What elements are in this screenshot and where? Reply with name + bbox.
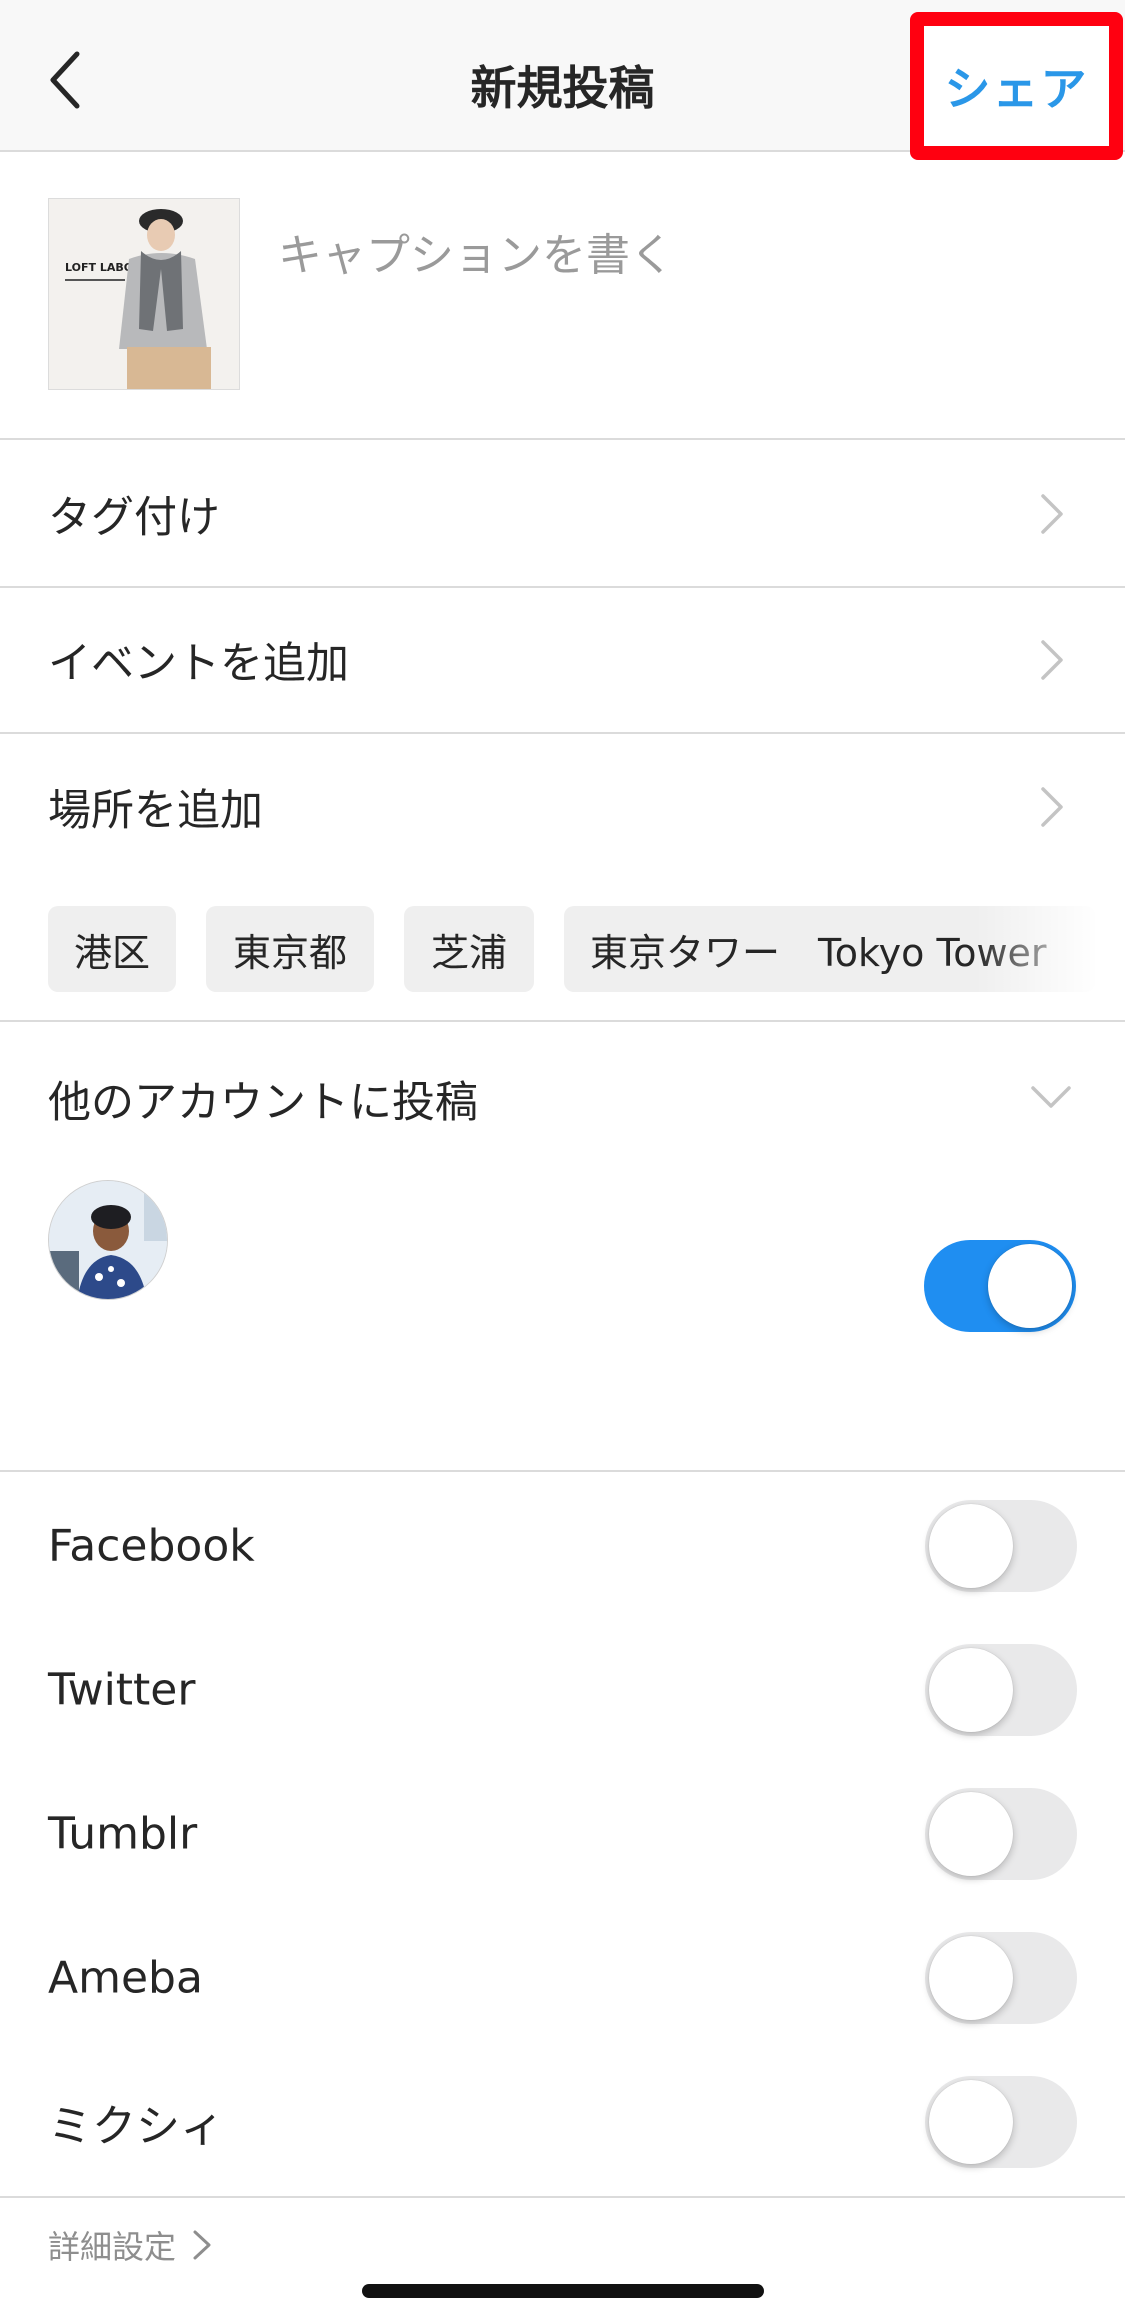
toggle-knob — [929, 2080, 1013, 2164]
other-account-toggle[interactable] — [924, 1240, 1076, 1332]
share-button[interactable]: シェア — [910, 12, 1123, 160]
caption-input[interactable] — [278, 220, 1078, 290]
twitter-toggle[interactable] — [925, 1644, 1077, 1736]
chevron-right-icon — [193, 2230, 211, 2260]
add-location-row[interactable]: 場所を追加 — [0, 734, 1125, 880]
share-facebook-row: Facebook — [0, 1474, 1125, 1618]
advanced-settings-label: 詳細設定 — [48, 2228, 177, 2266]
share-target-label: Facebook — [48, 1520, 255, 1572]
advanced-settings-link[interactable]: 詳細設定 — [48, 2222, 214, 2268]
tumblr-toggle[interactable] — [925, 1788, 1077, 1880]
toggle-knob — [929, 1648, 1013, 1732]
tag-people-row[interactable]: タグ付け — [0, 442, 1125, 588]
caption-section: LOFT LABO — [0, 154, 1125, 440]
other-accounts-section: 他のアカウントに投稿 — [0, 1024, 1125, 1472]
toggle-knob — [929, 1936, 1013, 2020]
chevron-down-icon[interactable] — [1029, 1082, 1073, 1112]
chevron-right-icon — [1041, 640, 1063, 680]
post-thumbnail: LOFT LABO — [48, 198, 240, 390]
share-target-label: Tumblr — [48, 1808, 198, 1860]
location-suggestions: 港区 東京都 芝浦 東京タワー Tokyo Tower — [0, 906, 1125, 1022]
share-target-label: Twitter — [48, 1664, 196, 1716]
location-chip[interactable]: 芝浦 — [404, 906, 534, 992]
share-target-label: Ameba — [48, 1952, 203, 2004]
location-chip[interactable]: 東京都 — [206, 906, 374, 992]
nav-header: 新規投稿 シェア — [0, 0, 1125, 160]
location-chip[interactable]: 東京タワー Tokyo Tower — [564, 906, 1095, 992]
share-twitter-row: Twitter — [0, 1618, 1125, 1762]
facebook-toggle[interactable] — [925, 1500, 1077, 1592]
share-tumblr-row: Tumblr — [0, 1762, 1125, 1906]
mixi-toggle[interactable] — [925, 2076, 1077, 2168]
home-indicator — [362, 2284, 764, 2298]
toggle-knob — [929, 1504, 1013, 1588]
toggle-knob — [988, 1244, 1072, 1328]
share-ameba-row: Ameba — [0, 1906, 1125, 2050]
other-accounts-title: 他のアカウントに投稿 — [48, 1078, 478, 1128]
divider — [0, 2196, 1125, 2198]
add-event-label: イベントを追加 — [48, 639, 349, 689]
location-chip[interactable]: 港区 — [48, 906, 176, 992]
ameba-toggle[interactable] — [925, 1932, 1077, 2024]
avatar — [48, 1180, 168, 1300]
toggle-knob — [929, 1792, 1013, 1876]
add-location-label: 場所を追加 — [48, 786, 263, 836]
share-target-label: ミクシィ — [48, 2101, 224, 2152]
add-event-row[interactable]: イベントを追加 — [0, 588, 1125, 734]
share-mixi-row: ミクシィ — [0, 2050, 1125, 2194]
chevron-right-icon — [1041, 787, 1063, 827]
tag-people-label: タグ付け — [48, 493, 220, 543]
thumbnail-brand-text: LOFT LABO — [65, 261, 133, 274]
chevron-right-icon — [1041, 494, 1063, 534]
